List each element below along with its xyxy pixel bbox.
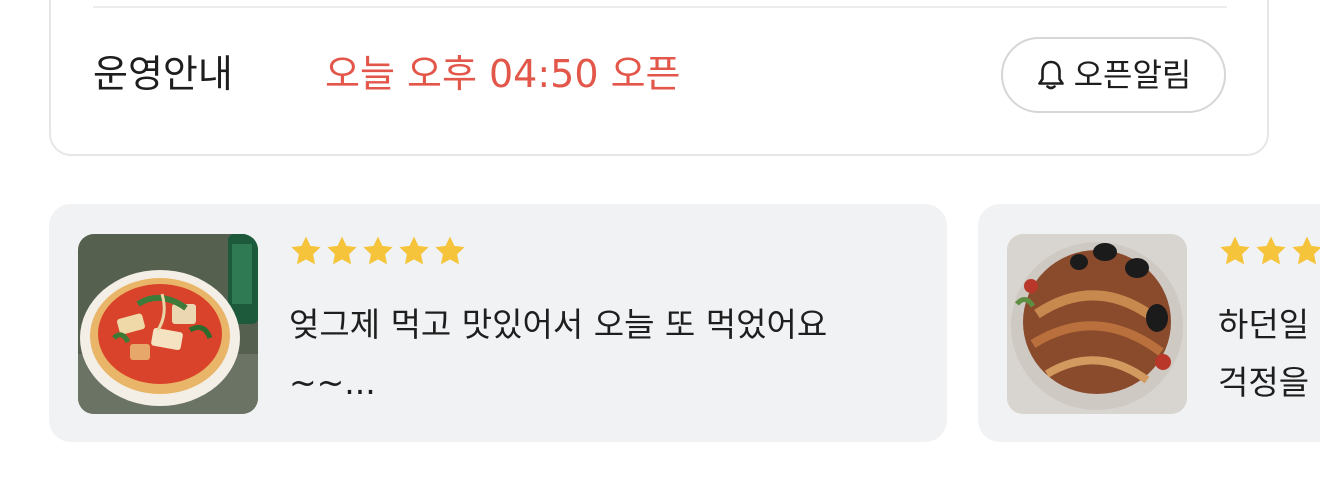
star-icon xyxy=(435,236,465,265)
opening-time-text: 오늘 오후 04:50 오픈 xyxy=(325,52,681,96)
review-card[interactable]: 하던일 걱정을 xyxy=(978,204,1320,442)
star-rating xyxy=(1218,234,1320,268)
store-info-page: 운영안내 오늘 오후 04:50 오픈 오픈알림 엊그제 먹고 맛있어서 오늘 … xyxy=(0,0,1320,482)
review-text: 엊그제 먹고 맛있어서 오늘 또 먹었어요 ~~... xyxy=(289,305,828,402)
star-rating xyxy=(289,234,467,268)
review-card[interactable]: 엊그제 먹고 맛있어서 오늘 또 먹었어요 ~~... xyxy=(49,204,947,442)
open-alarm-button[interactable]: 오픈알림 xyxy=(1001,37,1226,113)
star-icon xyxy=(399,236,429,265)
star-icon xyxy=(1292,236,1320,265)
divider xyxy=(93,6,1227,8)
star-icon xyxy=(1256,236,1286,265)
review-photo[interactable] xyxy=(78,234,258,414)
star-icon xyxy=(1220,236,1250,265)
star-icon xyxy=(291,236,321,265)
operating-info-label: 운영안내 xyxy=(93,52,233,96)
review-photo[interactable] xyxy=(1007,234,1187,414)
star-icon xyxy=(363,236,393,265)
open-alarm-label: 오픈알림 xyxy=(1073,56,1192,94)
bell-icon xyxy=(1037,60,1064,90)
review-text: 하던일 걱정을 xyxy=(1218,305,1310,402)
star-icon xyxy=(327,236,357,265)
